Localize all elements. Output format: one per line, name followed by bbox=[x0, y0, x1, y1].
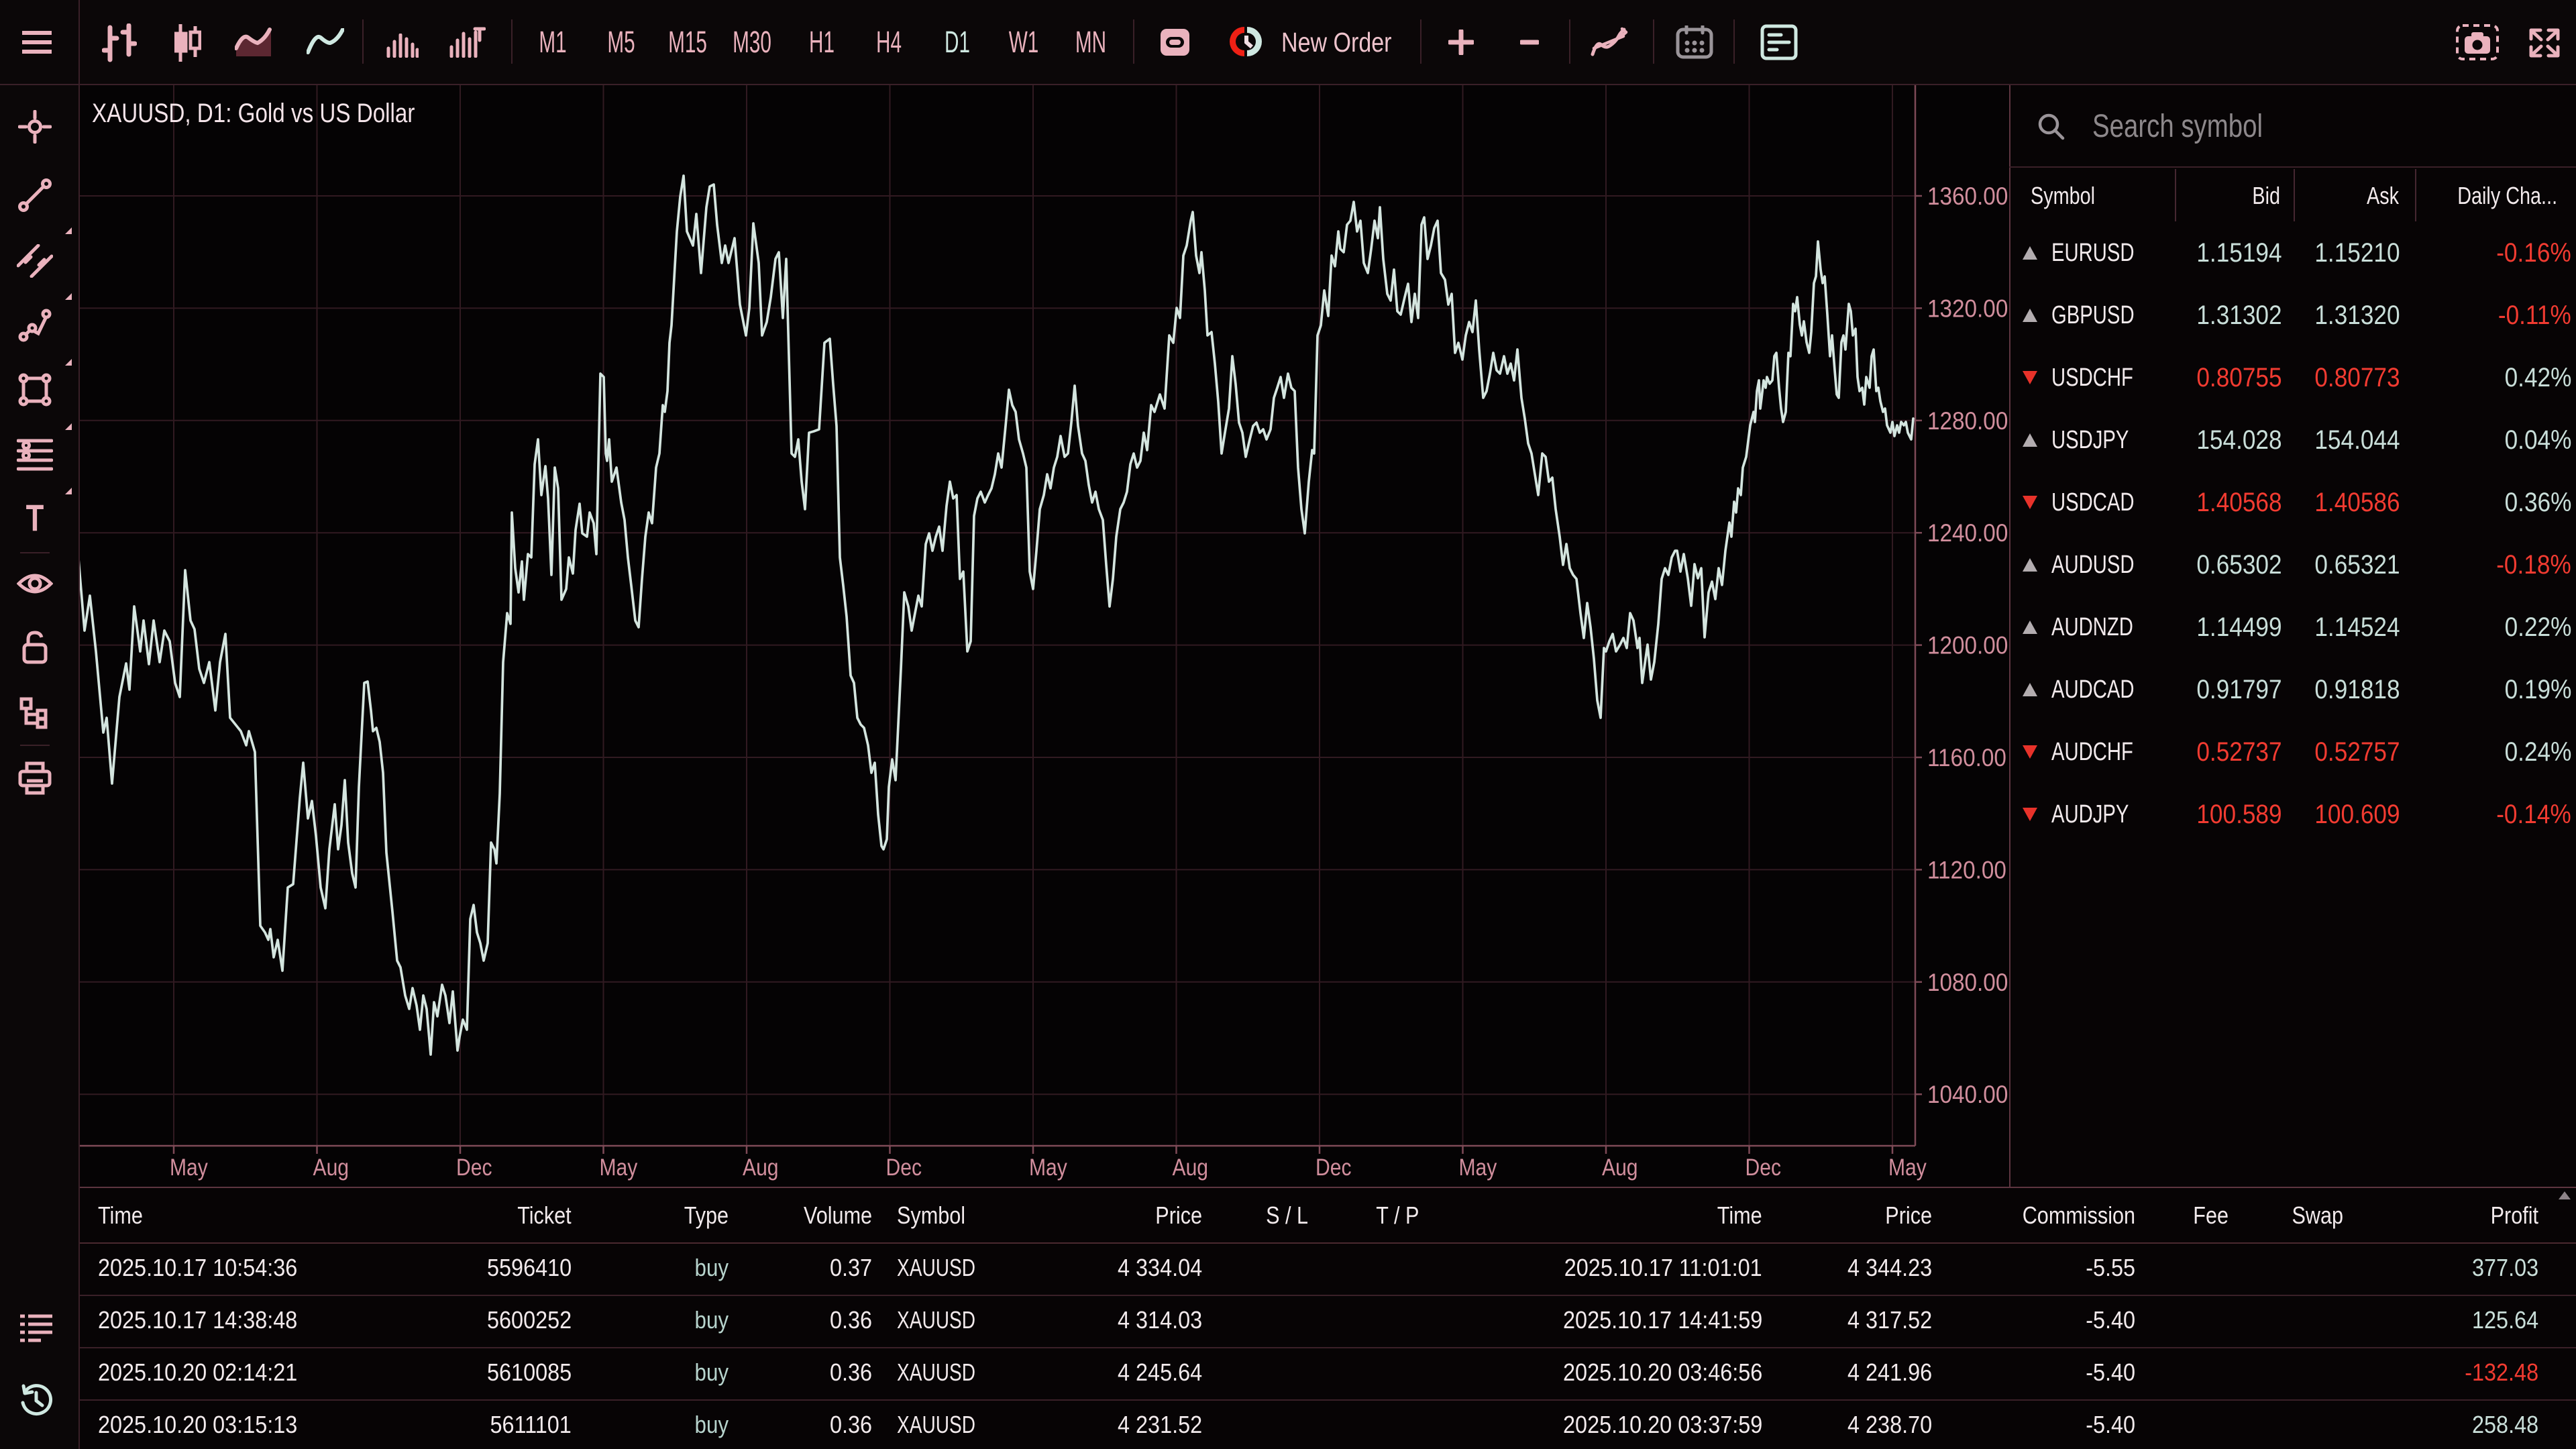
svg-text:Aug: Aug bbox=[313, 1154, 350, 1181]
svg-text:1200.00: 1200.00 bbox=[1927, 632, 2008, 659]
svg-text:1280.00: 1280.00 bbox=[1927, 407, 2008, 435]
svg-text:XAUUSD, D1: Gold vs US Dollar: XAUUSD, D1: Gold vs US Dollar bbox=[92, 98, 415, 128]
svg-text:1080.00: 1080.00 bbox=[1927, 969, 2008, 996]
svg-text:May: May bbox=[600, 1154, 638, 1181]
svg-text:Aug: Aug bbox=[743, 1154, 779, 1181]
svg-text:May: May bbox=[1459, 1154, 1497, 1181]
svg-text:May: May bbox=[1029, 1154, 1067, 1181]
svg-text:1040.00: 1040.00 bbox=[1927, 1081, 2008, 1109]
svg-text:1120.00: 1120.00 bbox=[1927, 857, 2006, 884]
svg-text:Aug: Aug bbox=[1173, 1154, 1209, 1181]
svg-text:May: May bbox=[1888, 1154, 1927, 1181]
svg-text:Aug: Aug bbox=[1602, 1154, 1638, 1181]
svg-text:Dec: Dec bbox=[1746, 1154, 1782, 1181]
svg-text:1240.00: 1240.00 bbox=[1927, 520, 2008, 547]
svg-text:1320.00: 1320.00 bbox=[1927, 295, 2008, 323]
svg-text:Dec: Dec bbox=[456, 1154, 492, 1181]
svg-text:Dec: Dec bbox=[886, 1154, 922, 1181]
svg-text:1160.00: 1160.00 bbox=[1927, 744, 2006, 771]
svg-text:Dec: Dec bbox=[1316, 1154, 1352, 1181]
svg-text:1360.00: 1360.00 bbox=[1927, 182, 2008, 210]
svg-text:May: May bbox=[170, 1154, 208, 1181]
